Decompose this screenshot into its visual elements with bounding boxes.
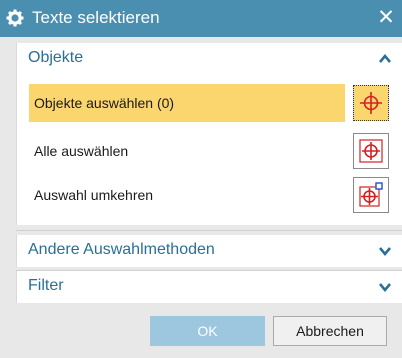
group-objects-title: Objekte <box>28 49 84 66</box>
cancel-button[interactable]: Abbrechen <box>273 316 387 346</box>
group-filter-header[interactable]: Filter <box>17 271 402 303</box>
row-select-all[interactable]: Alle auswählen <box>29 132 394 170</box>
group-filter-title: Filter <box>28 277 64 294</box>
gear-icon <box>6 9 24 27</box>
row-select-objects-label: Objekte auswählen (0) <box>34 95 175 111</box>
chevron-up-icon[interactable] <box>378 52 392 66</box>
select-all-button[interactable] <box>353 133 389 169</box>
crosshair-select-all-icon <box>359 139 383 163</box>
row-select-all-label: Alle auswählen <box>34 143 129 159</box>
title-bar: Texte selektieren ✕ <box>0 0 402 37</box>
dialog-title: Texte selektieren <box>32 8 160 27</box>
chevron-down-icon[interactable] <box>378 280 392 294</box>
row-select-objects[interactable]: Objekte auswählen (0) <box>29 84 394 122</box>
crosshair-invert-icon <box>359 182 383 207</box>
row-invert-selection[interactable]: Auswahl umkehren <box>29 176 394 214</box>
group-objects: Objekte Objekte auswählen (0) Alle auswä… <box>16 43 402 225</box>
select-texts-dialog: Texte selektieren ✕ Objekte Objekte ausw… <box>0 0 402 358</box>
group-other-methods: Andere Auswahlmethoden <box>16 235 402 267</box>
chevron-down-icon[interactable] <box>378 244 392 258</box>
row-invert-selection-label: Auswahl umkehren <box>34 187 154 203</box>
group-objects-header[interactable]: Objekte <box>17 43 402 75</box>
select-objects-button[interactable] <box>353 85 389 121</box>
group-other-methods-title: Andere Auswahlmethoden <box>28 241 215 258</box>
group-other-methods-header[interactable]: Andere Auswahlmethoden <box>17 235 402 267</box>
divider <box>16 230 402 231</box>
close-icon[interactable]: ✕ <box>376 7 396 29</box>
invert-selection-button[interactable] <box>353 177 389 213</box>
group-filter: Filter <box>16 271 402 303</box>
ok-button[interactable]: OK <box>150 316 265 346</box>
crosshair-select-icon <box>360 92 382 114</box>
